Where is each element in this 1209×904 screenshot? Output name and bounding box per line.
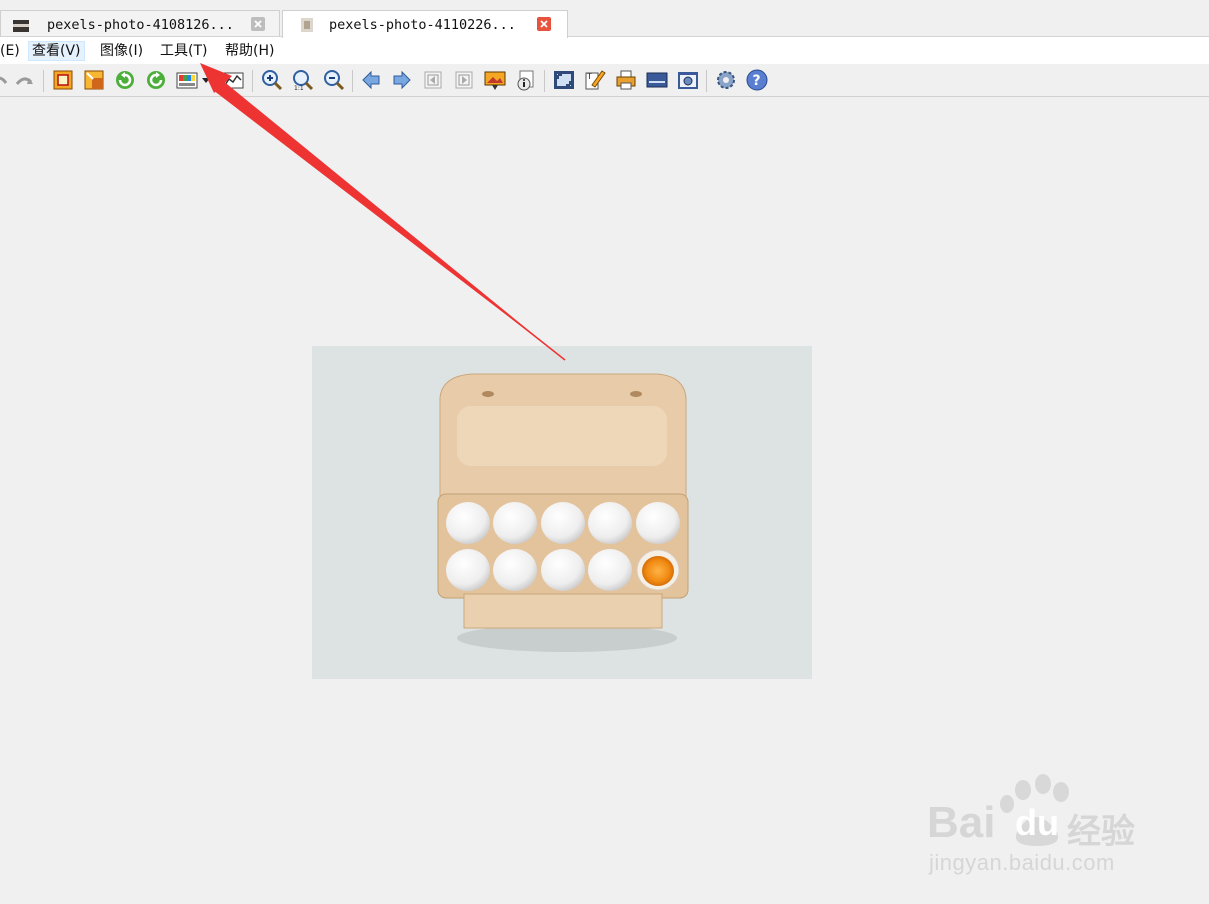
info-icon[interactable]	[515, 69, 537, 91]
menu-view[interactable]: 查看(V)	[28, 41, 85, 61]
baidu-watermark: Bai du 经验 jingyan.baidu.com	[925, 772, 1155, 882]
menu-image[interactable]: 图像(I)	[97, 41, 146, 61]
svg-text:?: ?	[753, 73, 761, 89]
menu-edit[interactable]: (E)	[0, 41, 23, 61]
menu-help[interactable]: 帮助(H)	[222, 41, 277, 61]
tab-bar: pexels-photo-4108126... pexels-photo-411…	[0, 0, 1209, 38]
undo-icon[interactable]	[0, 69, 10, 91]
toolbar-separator	[544, 70, 545, 92]
tab-title: pexels-photo-4108126...	[47, 17, 234, 33]
scanner-icon[interactable]	[646, 69, 668, 91]
zoom-in-icon[interactable]	[261, 69, 283, 91]
last-page-icon[interactable]	[453, 69, 475, 91]
displayed-image	[312, 346, 812, 679]
tab-1[interactable]: pexels-photo-4108126...	[0, 10, 280, 37]
toolbar-separator	[706, 70, 707, 92]
tab-2[interactable]: pexels-photo-4110226...	[282, 10, 568, 38]
redo-icon[interactable]	[14, 69, 36, 91]
watermark-brand-du: du	[1015, 802, 1059, 843]
zoom-actual-icon[interactable]: 1:1	[292, 69, 314, 91]
close-icon[interactable]	[537, 17, 551, 31]
toolbar-separator	[352, 70, 353, 92]
svg-text:T: T	[586, 72, 592, 81]
toolbar-separator	[252, 70, 253, 92]
watermark-url: jingyan.baidu.com	[929, 850, 1115, 875]
svg-text:1:1: 1:1	[294, 85, 304, 91]
rotate-right-icon[interactable]	[145, 69, 167, 91]
rotate-left-icon[interactable]	[114, 69, 136, 91]
resize-icon[interactable]	[83, 69, 105, 91]
print-icon[interactable]	[615, 69, 637, 91]
zoom-out-icon[interactable]	[323, 69, 345, 91]
watermark-cn: 经验	[1067, 812, 1135, 852]
toolbar: 1:1 T ?	[0, 64, 1209, 97]
prev-icon[interactable]	[360, 69, 382, 91]
slideshow-icon[interactable]	[484, 69, 506, 91]
toolbar-separator	[43, 70, 44, 92]
help-icon[interactable]: ?	[746, 69, 768, 91]
crop-icon[interactable]	[52, 69, 74, 91]
image-thumbnail-icon	[301, 17, 313, 32]
fullscreen-icon[interactable]	[553, 69, 575, 91]
paint-icon[interactable]: T	[584, 69, 606, 91]
menu-tools[interactable]: 工具(T)	[157, 41, 210, 61]
first-page-icon[interactable]	[422, 69, 444, 91]
watermark-brand: Bai	[927, 798, 996, 847]
histogram-icon[interactable]	[222, 69, 244, 91]
image-thumbnail-icon	[13, 17, 29, 32]
dropdown-icon[interactable]	[200, 69, 212, 91]
close-icon[interactable]	[251, 17, 265, 31]
settings-icon[interactable]	[715, 69, 737, 91]
tab-title: pexels-photo-4110226...	[329, 17, 516, 33]
menu-bar: (E) 查看(V) 图像(I) 工具(T) 帮助(H)	[0, 37, 1209, 64]
color-adjust-icon[interactable]	[176, 69, 198, 91]
screenshot-icon[interactable]	[677, 69, 699, 91]
next-icon[interactable]	[391, 69, 413, 91]
